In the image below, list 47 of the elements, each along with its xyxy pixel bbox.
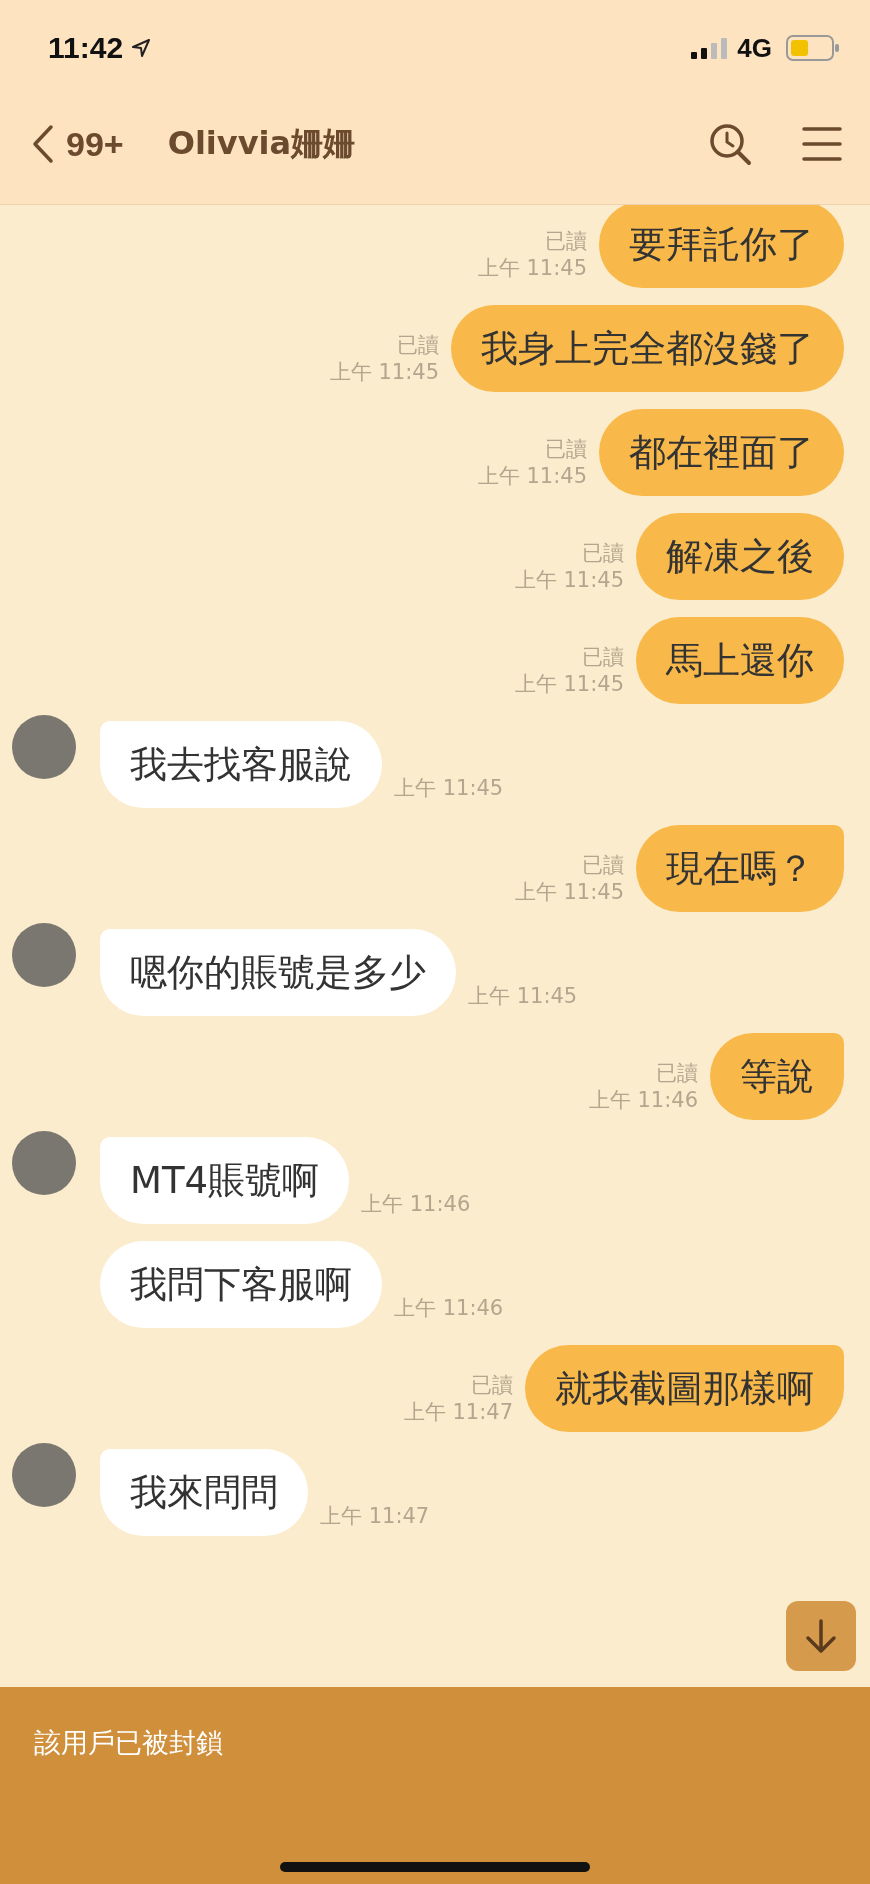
message-time: 上午 11:45 (477, 255, 587, 282)
message-bubble: 嗯你的賬號是多少 (100, 929, 456, 1016)
message-bubble: MT4賬號啊 (100, 1137, 350, 1224)
read-receipt: 已讀 (545, 436, 587, 463)
message-bubble: 我來問問 (100, 1449, 308, 1536)
message-time: 上午 11:45 (468, 983, 578, 1010)
read-receipt: 已讀 (582, 644, 624, 671)
chevron-left-icon (32, 124, 54, 164)
message-time: 上午 11:45 (514, 567, 624, 594)
read-receipt: 已讀 (545, 228, 587, 255)
message-time: 上午 11:45 (514, 879, 624, 906)
scroll-down-button[interactable] (786, 1601, 856, 1671)
network-label: 4G (737, 32, 772, 64)
message-bubble: 解凍之後 (636, 513, 844, 600)
message-time: 上午 11:45 (329, 359, 439, 386)
read-receipt: 已讀 (582, 540, 624, 567)
message-bubble: 我身上完全都沒錢了 (451, 305, 844, 392)
location-arrow-icon (131, 38, 152, 58)
read-receipt: 已讀 (582, 852, 624, 879)
message-time: 上午 11:45 (477, 463, 587, 490)
blocked-notice: 該用戶已被封鎖 (34, 1726, 223, 1760)
status-time: 11:42 (48, 31, 124, 65)
chat-title: Olivvia姍姍 (167, 123, 357, 164)
message-time: 上午 11:46 (361, 1191, 471, 1218)
message-time: 上午 11:47 (320, 1503, 430, 1530)
battery-icon (786, 35, 840, 61)
message-bubble: 馬上還你 (636, 617, 844, 704)
read-receipt: 已讀 (397, 332, 439, 359)
message-time: 上午 11:46 (588, 1087, 698, 1114)
arrow-down-icon (804, 1618, 838, 1654)
message-time: 上午 11:45 (514, 671, 624, 698)
signal-icon (691, 37, 730, 59)
read-receipt: 已讀 (471, 1372, 513, 1399)
message-bubble: 現在嗎？ (636, 825, 844, 912)
message-time: 上午 11:47 (403, 1399, 513, 1426)
message-bubble: 就我截圖那樣啊 (525, 1345, 844, 1432)
read-receipt: 已讀 (656, 1060, 698, 1087)
search-icon[interactable] (708, 122, 752, 166)
message-time: 上午 11:46 (394, 1295, 504, 1322)
back-button[interactable]: 99+ (32, 124, 124, 164)
message-bubble: 我問下客服啊 (100, 1241, 382, 1328)
message-bubble: 都在裡面了 (599, 409, 844, 496)
message-bubble: 我去找客服說 (100, 721, 382, 808)
message-time: 上午 11:45 (394, 775, 504, 802)
menu-icon[interactable] (802, 126, 842, 162)
message-bubble: 等說 (710, 1033, 844, 1120)
message-bubble: 要拜託你了 (599, 205, 844, 288)
